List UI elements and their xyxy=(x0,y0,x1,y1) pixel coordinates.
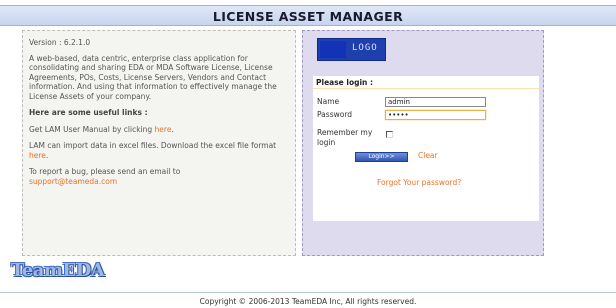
login-form: Please login : Name admin Password •••••… xyxy=(313,76,539,221)
manual-link[interactable]: here xyxy=(155,125,172,134)
login-button[interactable]: Login>> xyxy=(355,152,408,162)
manual-prefix: Get LAM User Manual by clicking xyxy=(29,124,155,134)
name-input[interactable]: admin xyxy=(385,97,486,107)
description-text: A web-based, data centric, enterprise cl… xyxy=(29,53,277,101)
footer-divider xyxy=(0,292,616,293)
manual-line: Get LAM User Manual by clicking here. xyxy=(29,125,289,135)
remember-label: Remember my login xyxy=(317,128,372,147)
info-panel: Version : 6.2.1.0 A web-based, data cent… xyxy=(22,30,296,256)
name-label: Name xyxy=(317,97,340,106)
bug-line: To report a bug, please send an email to… xyxy=(29,167,289,186)
password-input[interactable]: ••••• xyxy=(385,110,486,120)
excel-format-link[interactable]: here xyxy=(29,151,46,160)
company-logo-placeholder: LOGO xyxy=(317,38,386,61)
password-label: Password xyxy=(317,110,353,119)
remember-label-line1: Remember my xyxy=(317,128,373,137)
import-line: LAM can import data in excel files. Down… xyxy=(29,141,289,160)
clear-link[interactable]: Clear xyxy=(418,151,438,160)
forgot-password-link[interactable]: Forgot Your password? xyxy=(377,178,461,187)
teameda-logo: TeamEDA xyxy=(11,260,105,281)
import-prefix: LAM can import data in excel files. Down… xyxy=(29,141,277,150)
import-suffix: . xyxy=(45,150,49,160)
bug-text: To report a bug, please send an email to xyxy=(29,167,181,176)
login-header: Please login : xyxy=(313,76,539,89)
links-heading: Here are some useful links : xyxy=(29,108,148,117)
login-panel: LOGO Please login : Name admin Password … xyxy=(302,30,544,256)
remember-checkbox[interactable] xyxy=(386,131,393,138)
version-text: Version : 6.2.1.0 xyxy=(29,38,91,47)
support-email-link[interactable]: support@teameda.com xyxy=(29,177,117,186)
page-title: LICENSE ASSET MANAGER xyxy=(212,9,404,24)
title-bar: LICENSE ASSET MANAGER xyxy=(0,5,616,26)
remember-label-line2: login xyxy=(317,137,336,147)
footer-copyright: Copyright © 2006-2013 TeamEDA Inc, All r… xyxy=(199,297,417,306)
logo-square xyxy=(320,41,346,58)
manual-suffix: . xyxy=(171,124,174,134)
logo-text: LOGO xyxy=(352,43,378,53)
